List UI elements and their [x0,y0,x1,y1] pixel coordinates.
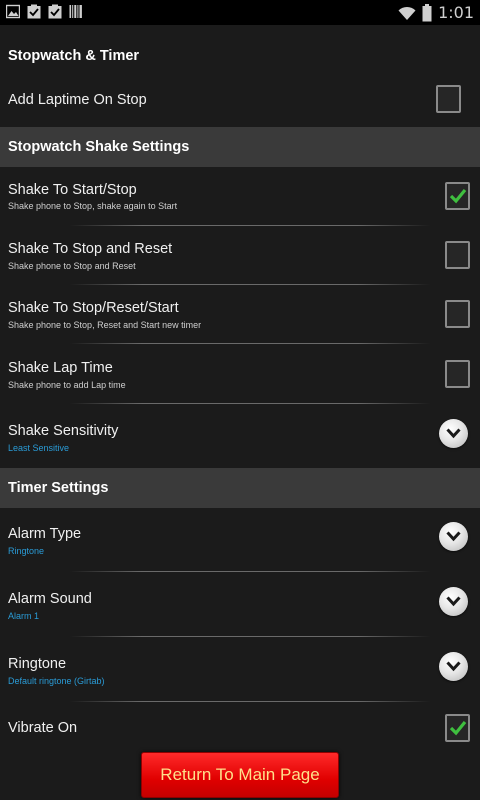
pref-alarm-sound[interactable]: Alarm Sound Alarm 1 [0,573,480,637]
return-to-main-page-button[interactable]: Return To Main Page [141,752,339,798]
shake-lap-time-checkbox[interactable] [445,360,470,388]
clipboard-check-icon [48,4,62,19]
pref-alarm-type[interactable]: Alarm Type Ringtone [0,509,480,571]
section-title: Timer Settings [8,480,109,496]
shake-start-stop-checkbox[interactable] [445,182,470,210]
pref-title: Alarm Type [8,526,82,542]
wifi-icon [398,6,416,20]
checkmark-icon [449,188,467,204]
pref-value: Least Sensitive [8,443,70,453]
pref-title: Shake Lap Time [8,360,113,376]
divider [70,284,430,285]
pref-vibrate-on[interactable]: Vibrate On [0,703,480,751]
pref-summary: Shake phone to Stop, shake again to Star… [8,201,178,211]
pref-shake-stop-reset[interactable]: Shake To Stop and Reset Shake phone to S… [0,227,480,285]
gallery-icon [6,4,20,19]
pref-value: Default ringtone (Girtab) [8,676,105,686]
vibrate-on-checkbox[interactable] [445,714,470,742]
divider [70,225,430,226]
divider [70,571,430,572]
pref-summary: Shake phone to Stop and Reset [8,261,136,271]
barcode-icon [69,5,82,18]
section-title: Stopwatch & Timer [8,48,140,64]
checkmark-icon [449,720,467,736]
divider [70,343,430,344]
shake-stop-reset-start-checkbox[interactable] [445,300,470,328]
pref-value: Ringtone [8,546,45,556]
chevron-down-icon[interactable] [439,587,468,616]
status-time: 1:01 [438,3,474,22]
battery-icon [422,3,432,21]
section-shake-settings: Stopwatch Shake Settings [0,127,480,167]
clipboard-check-icon [27,4,41,19]
status-bar: 1:01 [0,0,480,25]
divider [70,403,430,404]
pref-summary: Shake phone to add Lap time [8,380,126,390]
pref-add-laptime[interactable]: Add Laptime On Stop [0,80,480,124]
pref-title: Add Laptime On Stop [8,92,147,108]
pref-title: Vibrate On [8,720,78,736]
chevron-down-icon[interactable] [439,652,468,681]
add-laptime-checkbox[interactable] [436,85,461,113]
pref-value: Alarm 1 [8,611,40,621]
pref-ringtone[interactable]: Ringtone Default ringtone (Girtab) [0,638,480,702]
pref-title: Alarm Sound [8,591,92,607]
pref-title: Ringtone [8,656,67,672]
pref-summary: Shake phone to Stop, Reset and Start new… [8,320,202,330]
pref-title: Shake To Start/Stop [8,182,137,198]
pref-title: Shake To Stop and Reset [8,241,173,257]
section-stopwatch-timer: Stopwatch & Timer [0,34,480,78]
pref-shake-lap-time[interactable]: Shake Lap Time Shake phone to add Lap ti… [0,345,480,403]
pref-shake-start-stop[interactable]: Shake To Start/Stop Shake phone to Stop,… [0,168,480,224]
pref-shake-sensitivity[interactable]: Shake Sensitivity Least Sensitive [0,405,480,465]
section-timer-settings: Timer Settings [0,468,480,508]
chevron-down-icon[interactable] [439,522,468,551]
divider [70,701,430,702]
section-title: Stopwatch Shake Settings [8,139,190,155]
pref-title: Shake To Stop/Reset/Start [8,300,179,316]
pref-shake-stop-reset-start[interactable]: Shake To Stop/Reset/Start Shake phone to… [0,286,480,344]
divider [70,636,430,637]
chevron-down-icon[interactable] [439,419,468,448]
pref-title: Shake Sensitivity [8,423,119,439]
shake-stop-reset-checkbox[interactable] [445,241,470,269]
button-label: Return To Main Page [160,765,320,784]
